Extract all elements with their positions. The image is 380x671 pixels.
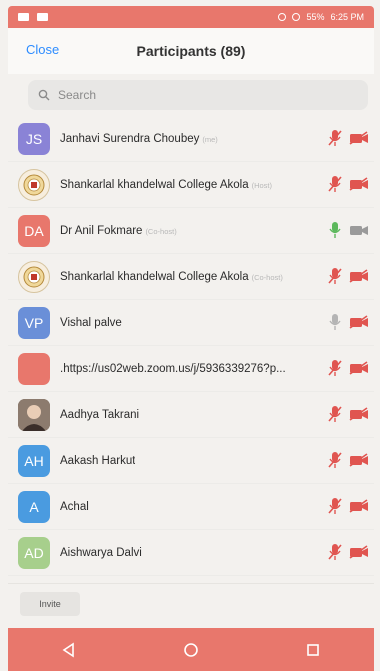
participant-name-text: Shankarlal khandelwal College Akola	[60, 178, 249, 191]
participant-row[interactable]: AH Aakash Harkut	[8, 438, 374, 484]
sync-icon	[292, 13, 301, 21]
close-button[interactable]: Close	[26, 42, 59, 57]
participant-name: Shankarlal khandelwal College Akola (Co-h…	[60, 271, 283, 283]
clock: 6:25 PM	[330, 12, 364, 22]
profile-photo-avatar	[18, 398, 50, 431]
participant-name: .https://us02web.zoom.us/j/5936339276?p.…	[60, 363, 286, 375]
mic-muted-icon[interactable]	[328, 267, 342, 290]
home-icon[interactable]	[183, 642, 199, 658]
participant-row[interactable]: Shankarlal khandelwal College Akola (Host…	[8, 162, 374, 208]
mic-muted-icon[interactable]	[328, 543, 342, 566]
back-icon[interactable]	[61, 642, 77, 658]
participant-name: Aishwarya Dalvi	[60, 547, 142, 559]
participant-name: Aadhya Takrani	[60, 409, 139, 421]
college-logo-avatar	[18, 168, 50, 201]
mic-muted-icon[interactable]	[328, 359, 342, 382]
avatar: JS	[18, 122, 50, 155]
college-logo-avatar	[18, 260, 50, 293]
mic-muted-icon[interactable]	[328, 129, 342, 152]
participant-role: (me)	[202, 134, 218, 144]
participant-name-text: Achal	[60, 500, 89, 513]
invite-button[interactable]: Invite	[20, 592, 80, 616]
participant-name-text: Vishal palve	[60, 316, 122, 329]
avatar: DA	[18, 214, 50, 247]
participant-row[interactable]: AD Aishwarya Dalvi	[8, 530, 374, 576]
video-off-icon[interactable]	[349, 407, 369, 426]
participant-role: (Co-host)	[251, 272, 283, 282]
page-title: Participants (89)	[136, 43, 246, 59]
search-icon	[38, 89, 50, 101]
mic-muted-icon[interactable]	[328, 405, 342, 428]
recents-icon[interactable]	[305, 642, 321, 658]
footer-bar: Invite	[8, 583, 374, 627]
microphone-icon[interactable]	[328, 313, 342, 336]
video-off-icon[interactable]	[349, 269, 369, 288]
mic-muted-icon[interactable]	[328, 497, 342, 520]
participant-name: Vishal palve	[60, 317, 122, 329]
video-off-icon[interactable]	[349, 131, 369, 150]
avatar: VP	[18, 306, 50, 339]
gallery-icon	[18, 13, 29, 21]
video-off-icon[interactable]	[349, 453, 369, 472]
participant-name-text: Janhavi Surendra Choubey	[60, 132, 200, 145]
participant-row[interactable]: VP Vishal palve	[8, 300, 374, 346]
college-crest-icon	[23, 266, 45, 287]
mic-muted-icon[interactable]	[328, 175, 342, 198]
college-crest-icon	[23, 174, 45, 195]
video-off-icon[interactable]	[349, 545, 369, 564]
participant-name-text: Dr Anil Fokmare	[60, 224, 143, 237]
avatar	[18, 352, 50, 385]
participant-role: (Host)	[251, 180, 273, 190]
participant-row[interactable]: Shankarlal khandelwal College Akola (Co-h…	[8, 254, 374, 300]
participant-name: Dr Anil Fokmare (Co-host)	[60, 225, 177, 237]
avatar: AD	[18, 536, 50, 569]
person-photo-icon	[18, 398, 50, 431]
avatar: A	[18, 490, 50, 523]
participants-header: Close Participants (89)	[8, 28, 374, 74]
participant-row[interactable]: .https://us02web.zoom.us/j/5936339276?p.…	[8, 346, 374, 392]
participant-list: JS Janhavi Surendra Choubey (me) Shankarlal…	[8, 116, 374, 576]
search-bar[interactable]	[28, 80, 368, 110]
notification-icon	[278, 13, 287, 21]
participant-name: Achal	[60, 501, 89, 513]
battery-label: 55%	[306, 12, 325, 22]
video-camera-icon[interactable]	[349, 223, 369, 242]
participant-role: (Co-host)	[145, 226, 177, 236]
participant-name-text: Aakash Harkut	[60, 454, 136, 467]
participant-row[interactable]: A Achal	[8, 484, 374, 530]
microphone-icon[interactable]	[328, 221, 342, 244]
participant-name: Shankarlal khandelwal College Akola (Host…	[60, 179, 272, 191]
video-off-icon[interactable]	[349, 499, 369, 518]
participant-name-text: Aishwarya Dalvi	[60, 546, 142, 559]
video-icon	[37, 13, 48, 21]
video-off-icon[interactable]	[349, 177, 369, 196]
status-bar: 55% 6:25 PM	[8, 6, 374, 28]
participant-name-text: .https://us02web.zoom.us/j/5936339276?p.…	[60, 362, 286, 375]
video-off-icon[interactable]	[349, 315, 369, 334]
video-off-icon[interactable]	[349, 361, 369, 380]
avatar: AH	[18, 444, 50, 477]
mic-muted-icon[interactable]	[328, 451, 342, 474]
participant-name-text: Aadhya Takrani	[60, 408, 140, 421]
participant-row[interactable]: JS Janhavi Surendra Choubey (me)	[8, 116, 374, 162]
participant-name-text: Shankarlal khandelwal College Akola	[60, 270, 249, 283]
participant-row[interactable]: DA Dr Anil Fokmare (Co-host)	[8, 208, 374, 254]
participant-row[interactable]: Aadhya Takrani	[8, 392, 374, 438]
participant-name: Aakash Harkut	[60, 455, 135, 467]
android-nav-bar	[8, 628, 374, 671]
participant-name: Janhavi Surendra Choubey (me)	[60, 133, 218, 145]
search-input[interactable]	[58, 88, 348, 102]
